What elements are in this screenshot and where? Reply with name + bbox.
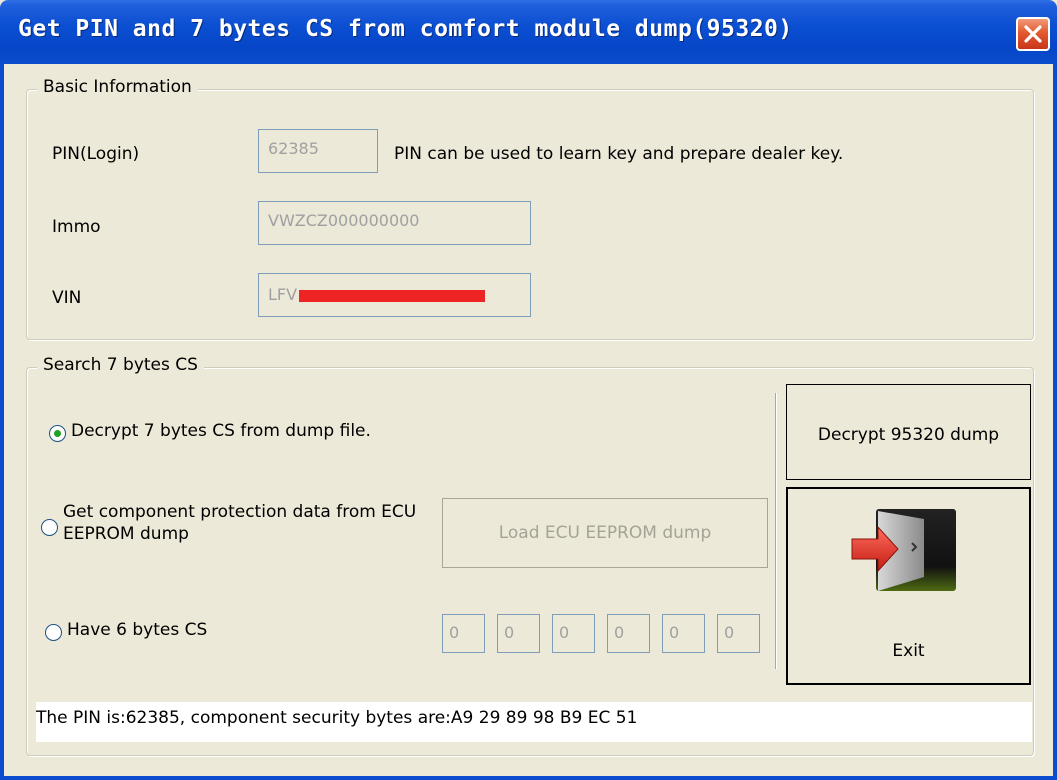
option-ecu-eeprom-label[interactable]: Get component protection data from ECU E… [63, 501, 438, 545]
search-cs-legend: Search 7 bytes CS [37, 355, 204, 375]
radio-ecu-eeprom[interactable] [41, 519, 58, 536]
vin-label: VIN [52, 288, 82, 308]
radio-have-6-bytes[interactable] [45, 624, 62, 641]
vertical-separator [775, 393, 776, 669]
basic-information-legend: Basic Information [37, 77, 198, 97]
option-have-6-bytes-label[interactable]: Have 6 bytes CS [67, 620, 207, 640]
radio-decrypt-dump[interactable] [49, 425, 66, 442]
cs-byte-1[interactable]: 0 [442, 614, 485, 653]
cs-byte-4[interactable]: 0 [607, 614, 650, 653]
option-decrypt-dump-label[interactable]: Decrypt 7 bytes CS from dump file. [71, 421, 371, 441]
decrypt-95320-button[interactable]: Decrypt 95320 dump [786, 384, 1031, 480]
decrypt-95320-label: Decrypt 95320 dump [817, 425, 1000, 445]
close-button[interactable] [1016, 17, 1050, 51]
exit-door-icon [851, 509, 956, 591]
vin-redaction [299, 289, 486, 302]
cs-byte-6[interactable]: 0 [717, 614, 760, 653]
pin-field[interactable]: 62385 [258, 129, 378, 173]
window-frame-left [0, 64, 4, 780]
title-bar: Get PIN and 7 bytes CS from comfort modu… [0, 0, 1057, 64]
status-text: The PIN is:62385, component security byt… [36, 702, 1032, 742]
load-ecu-eeprom-label: Load ECU EEPROM dump [498, 523, 712, 543]
immo-field[interactable]: VWZCZ000000000 [258, 201, 531, 245]
exit-label: Exit [892, 641, 925, 661]
vin-value-prefix: LFV [268, 285, 298, 304]
pin-label: PIN(Login) [52, 144, 140, 164]
window-frame-bottom [0, 776, 1057, 780]
pin-hint: PIN can be used to learn key and prepare… [394, 144, 844, 164]
cs-byte-5[interactable]: 0 [662, 614, 705, 653]
window-frame-right [1053, 64, 1057, 780]
vin-field[interactable]: LFV [258, 273, 531, 317]
close-icon [1024, 25, 1042, 43]
load-ecu-eeprom-button[interactable]: Load ECU EEPROM dump [442, 498, 768, 568]
cs-byte-3[interactable]: 0 [552, 614, 595, 653]
window-title: Get PIN and 7 bytes CS from comfort modu… [18, 16, 793, 42]
cs-byte-2[interactable]: 0 [497, 614, 540, 653]
immo-label: Immo [52, 217, 101, 237]
